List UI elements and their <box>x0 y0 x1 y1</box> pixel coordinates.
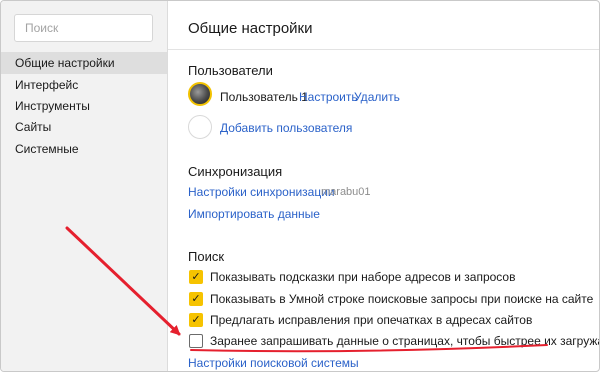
sidebar-item-sites[interactable]: Сайты <box>1 116 167 138</box>
smartbar-site-search-label: Показывать в Умной строке поисковые запр… <box>210 292 594 306</box>
user-name: Пользователь 1 <box>220 90 308 104</box>
search-engine-settings-link[interactable]: Настройки поисковой системы <box>188 356 359 370</box>
sidebar-item-label: Системные <box>15 142 79 156</box>
sidebar-item-interface[interactable]: Интерфейс <box>1 74 167 96</box>
prefetch-pages-checkbox[interactable]: ✓ <box>189 334 203 348</box>
settings-sidebar: Поиск Общие настройки Интерфейс Инструме… <box>1 1 168 371</box>
smartbar-site-search-checkbox[interactable]: ✓ <box>189 292 203 306</box>
search-input[interactable]: Поиск <box>14 14 153 42</box>
search-section-title: Поиск <box>188 249 225 264</box>
page-title: Общие настройки <box>188 20 313 37</box>
settings-main: Общие настройки Пользователи Пользовател… <box>168 1 600 371</box>
import-data-link[interactable]: Импортировать данные <box>188 207 320 221</box>
sidebar-item-label: Инструменты <box>15 99 90 113</box>
search-suggestions-checkbox[interactable]: ✓ <box>189 270 203 284</box>
sidebar-item-tools[interactable]: Инструменты <box>1 95 167 117</box>
add-user-link[interactable]: Добавить пользователя <box>220 121 352 135</box>
delete-user-link[interactable]: Удалить <box>354 90 400 104</box>
configure-user-link[interactable]: Настроить <box>299 90 358 104</box>
sync-section-title: Синхронизация <box>188 164 283 179</box>
sidebar-item-label: Сайты <box>15 120 52 134</box>
add-user-avatar-placeholder <box>188 115 212 139</box>
typo-correction-checkbox[interactable]: ✓ <box>189 313 203 327</box>
header-divider <box>168 49 599 50</box>
user-avatar[interactable] <box>188 82 212 106</box>
sync-settings-link[interactable]: Настройки синхронизации <box>188 185 335 199</box>
typo-correction-label: Предлагать исправления при опечатках в а… <box>210 313 533 327</box>
sidebar-item-system[interactable]: Системные <box>1 138 167 160</box>
sidebar-item-general[interactable]: Общие настройки <box>1 52 167 74</box>
users-section-title: Пользователи <box>188 63 273 78</box>
search-suggestions-label: Показывать подсказки при наборе адресов … <box>210 270 516 284</box>
browser-settings-window: Поиск Общие настройки Интерфейс Инструме… <box>0 0 600 372</box>
search-placeholder: Поиск <box>25 21 59 35</box>
prefetch-pages-label: Заранее запрашивать данные о страницах, … <box>210 334 600 348</box>
sidebar-item-label: Общие настройки <box>15 56 115 70</box>
sync-account-name: marabu01 <box>321 186 371 198</box>
sidebar-item-label: Интерфейс <box>15 78 79 92</box>
